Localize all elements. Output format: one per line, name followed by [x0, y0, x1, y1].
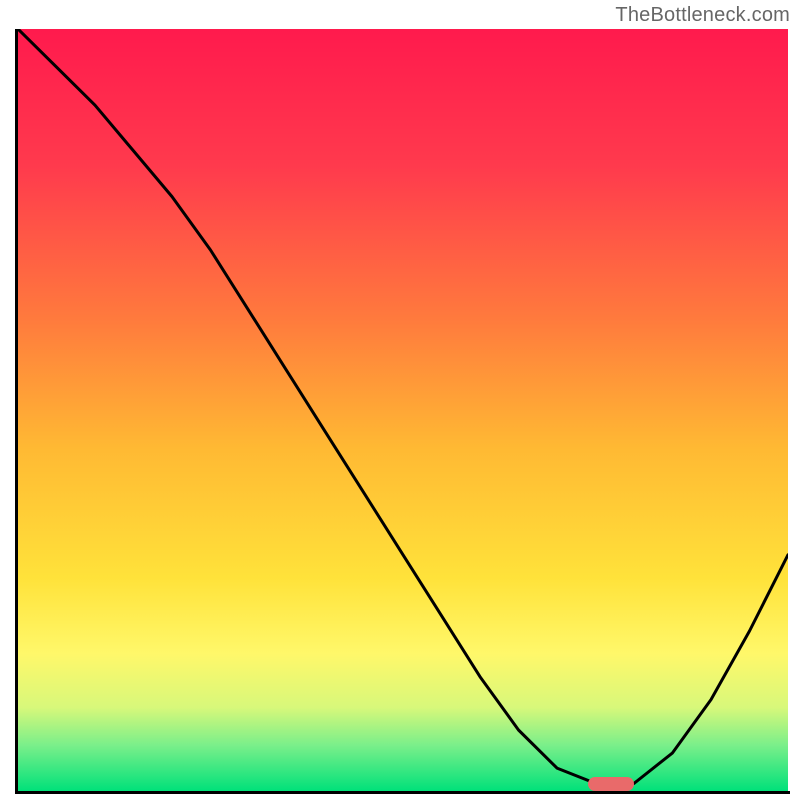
optimal-marker — [588, 777, 634, 791]
bottleneck-curve — [18, 29, 788, 783]
chart-container: TheBottleneck.com — [0, 0, 800, 800]
watermark-text: TheBottleneck.com — [615, 4, 790, 27]
x-axis — [15, 791, 790, 794]
curve-layer — [18, 29, 788, 791]
